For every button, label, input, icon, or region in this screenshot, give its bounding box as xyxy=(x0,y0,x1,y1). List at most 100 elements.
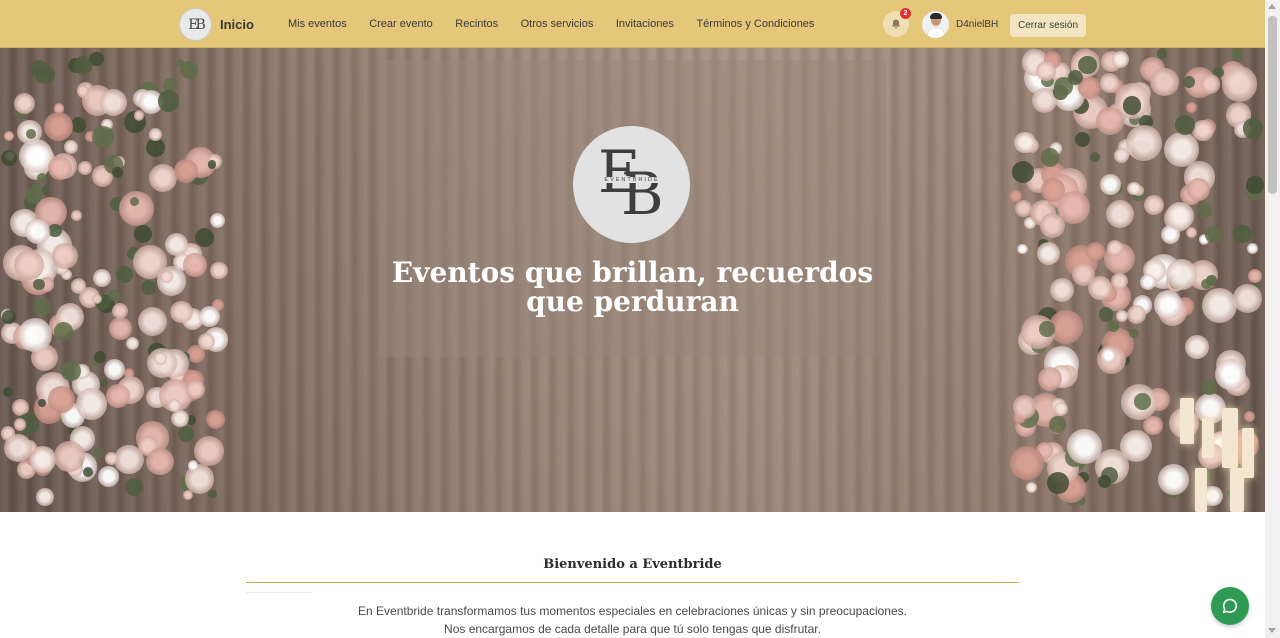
scrollbar-thumb[interactable] xyxy=(1268,16,1277,194)
leaf xyxy=(1108,321,1119,332)
flower xyxy=(36,488,54,506)
flower xyxy=(149,164,177,193)
leaf xyxy=(195,227,215,247)
leaf xyxy=(33,278,45,291)
nav-link-recintos[interactable]: Recintos xyxy=(455,18,498,30)
leaf xyxy=(1098,307,1114,322)
flower xyxy=(1185,334,1209,359)
flower xyxy=(149,127,163,141)
hero-title: Eventos que brillan, recuerdos que perdu… xyxy=(391,256,874,318)
flower-arch-right xyxy=(1010,48,1265,512)
leaf xyxy=(1205,226,1222,243)
leaf xyxy=(1246,176,1264,194)
leaf xyxy=(1122,96,1142,115)
username-label[interactable]: D4nielBH xyxy=(956,19,998,30)
leaf xyxy=(1129,328,1140,339)
welcome-line-2: Nos encargamos de cada detalle para que … xyxy=(444,622,821,636)
flower xyxy=(48,386,75,413)
nav-link-mis-eventos[interactable]: Mis eventos xyxy=(288,18,347,30)
flower xyxy=(1143,195,1164,216)
flower xyxy=(125,337,139,351)
flower xyxy=(75,388,108,420)
welcome-line-1: En Eventbride transformamos tus momentos… xyxy=(358,604,907,618)
flower xyxy=(197,332,216,350)
flower xyxy=(210,212,226,229)
flower xyxy=(1143,415,1163,436)
leaf xyxy=(36,173,47,184)
avatar[interactable] xyxy=(922,11,949,38)
leaf xyxy=(93,446,105,459)
leaf xyxy=(48,223,62,238)
nav-home-link[interactable]: Inicio xyxy=(220,17,254,32)
leaf xyxy=(1097,474,1112,489)
flower xyxy=(1085,241,1105,261)
flower xyxy=(1119,430,1152,462)
flower xyxy=(1233,284,1262,313)
flower xyxy=(170,300,193,324)
nav-link-crear-evento[interactable]: Crear evento xyxy=(369,18,433,30)
scroll-up-arrow-icon[interactable] xyxy=(1268,4,1276,9)
leaf xyxy=(1232,48,1244,60)
flower xyxy=(1125,124,1162,161)
flower xyxy=(1057,190,1091,224)
flower xyxy=(43,111,74,142)
welcome-title: Bienvenido a Eventbride xyxy=(543,557,722,572)
leaf xyxy=(1182,76,1195,89)
flower xyxy=(1165,202,1195,231)
leaf xyxy=(30,59,48,77)
flower xyxy=(54,441,85,473)
flower xyxy=(165,232,189,256)
chat-bubble-icon[interactable] xyxy=(1211,587,1249,625)
flower xyxy=(1111,50,1129,68)
flower xyxy=(1215,358,1246,390)
leaf xyxy=(1012,160,1034,183)
flower xyxy=(104,359,125,381)
leaf xyxy=(108,288,121,301)
flower xyxy=(167,398,181,412)
flower xyxy=(3,130,15,142)
flower xyxy=(1115,309,1129,323)
scroll-down-arrow-icon[interactable] xyxy=(1268,628,1276,633)
leaf xyxy=(1040,148,1060,167)
leaf xyxy=(1090,151,1101,162)
leaf xyxy=(0,149,17,167)
flower xyxy=(1025,481,1038,493)
flower xyxy=(1054,402,1069,417)
flower xyxy=(173,159,198,183)
leaf xyxy=(30,182,41,193)
flower xyxy=(1140,273,1156,290)
flower xyxy=(206,410,226,430)
nav-links: Mis eventos Crear evento Recintos Otros … xyxy=(288,18,837,30)
notification-badge: 2 xyxy=(900,8,911,19)
flower xyxy=(1158,464,1189,495)
nav-link-terminos[interactable]: Términos y Condiciones xyxy=(696,18,814,30)
logout-button[interactable]: Cerrar sesión xyxy=(1010,14,1086,37)
hero-logo-subtitle: EVENTBRIDE xyxy=(597,177,667,183)
flower xyxy=(51,242,79,269)
leaf xyxy=(1201,278,1212,290)
flower xyxy=(1202,287,1238,323)
flower xyxy=(1111,272,1128,289)
flower xyxy=(1107,239,1124,256)
candle xyxy=(1180,398,1194,444)
candle xyxy=(1230,468,1244,512)
brand-logo[interactable]: EB xyxy=(179,8,212,41)
flower xyxy=(1221,66,1257,102)
leaf xyxy=(1134,393,1152,410)
flower xyxy=(171,409,189,427)
leaf xyxy=(1156,48,1168,60)
leaf xyxy=(2,386,13,397)
flower xyxy=(1247,242,1258,254)
flower-arch-left xyxy=(0,48,230,512)
flower xyxy=(71,278,87,294)
flower xyxy=(185,380,205,400)
flower xyxy=(210,261,228,279)
flower xyxy=(1099,73,1119,93)
nav-link-otros-servicios[interactable]: Otros servicios xyxy=(521,18,594,30)
flower xyxy=(1017,243,1028,254)
leaf xyxy=(207,160,216,169)
leaf xyxy=(178,426,194,442)
welcome-text: En Eventbride transformamos tus momentos… xyxy=(246,602,1019,638)
nav-link-invitaciones[interactable]: Invitaciones xyxy=(616,18,674,30)
flower xyxy=(1126,181,1141,196)
